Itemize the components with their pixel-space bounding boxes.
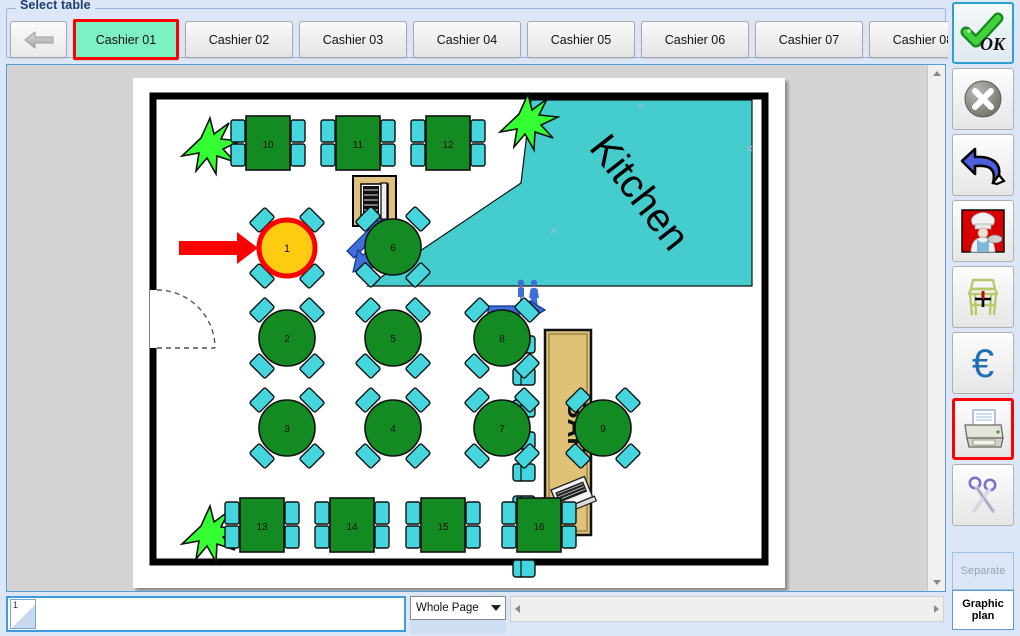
table-3[interactable]: 3 <box>249 387 324 468</box>
tab-cashier-04[interactable]: Cashier 04 <box>413 21 521 58</box>
table-9[interactable]: 9 <box>565 387 640 468</box>
table-7[interactable]: 7 <box>464 387 539 468</box>
page-title: Select table <box>16 0 95 12</box>
selection-pointer-arrow-icon <box>179 232 258 264</box>
tab-label: Cashier 01 <box>96 33 156 47</box>
separate-button[interactable]: Separate <box>952 552 1014 590</box>
left-arrow-icon <box>22 30 56 50</box>
svg-text:OK: OK <box>980 34 1006 54</box>
page-thumbnail-strip[interactable]: 1 <box>6 596 406 632</box>
zoom-level-value: Whole Page <box>416 602 479 614</box>
zoom-level-select[interactable]: Whole Page <box>410 596 506 620</box>
table-number: 13 <box>256 522 268 533</box>
right-toolbar: OK <box>948 0 1020 636</box>
table-4[interactable]: 4 <box>355 387 430 468</box>
printer-icon <box>960 408 1006 450</box>
tab-cashier-07[interactable]: Cashier 07 <box>755 21 863 58</box>
tab-label: Cashier 07 <box>779 33 839 47</box>
scroll-left-button[interactable] <box>515 605 520 613</box>
table-number: 3 <box>284 424 290 435</box>
tab-label: Cashier 02 <box>209 33 269 47</box>
chevron-up-icon <box>933 71 941 76</box>
grey-x-circle-icon <box>961 77 1005 121</box>
prev-page-button[interactable] <box>10 21 67 58</box>
table-2[interactable]: 2 <box>249 297 324 378</box>
tab-cashier-03[interactable]: Cashier 03 <box>299 21 407 58</box>
table-number: 1 <box>284 243 290 255</box>
cut-button[interactable] <box>952 464 1014 526</box>
tab-label: Cashier 03 <box>323 33 383 47</box>
tab-cashier-06[interactable]: Cashier 06 <box>641 21 749 58</box>
scroll-up-button[interactable] <box>928 65 945 82</box>
table-12[interactable]: 12 <box>411 116 485 170</box>
scissors-icon <box>961 473 1005 517</box>
cancel-button[interactable] <box>952 68 1014 130</box>
top-toolbar: Select table Cashier 01 Cashier 02 Cashi… <box>0 0 1020 62</box>
table-number: 8 <box>499 334 505 345</box>
tab-label: Cashier 06 <box>665 33 725 47</box>
table-14[interactable]: 14 <box>315 498 389 552</box>
svg-text:€: € <box>972 342 994 385</box>
waiter-button[interactable] <box>952 200 1014 262</box>
payment-button[interactable]: € <box>952 332 1014 394</box>
table-number: 6 <box>390 243 396 254</box>
chevron-down-icon <box>491 605 501 611</box>
tab-label: Cashier 05 <box>551 33 611 47</box>
zoom-select-shadow <box>410 620 506 634</box>
door-icon <box>150 290 215 348</box>
table-number: 16 <box>533 522 545 533</box>
table-number: 14 <box>346 522 358 533</box>
print-button[interactable] <box>952 398 1014 460</box>
graphic-plan-button[interactable]: Graphic plan <box>952 590 1014 630</box>
select-table-window: Select table Cashier 01 Cashier 02 Cashi… <box>0 0 1020 636</box>
graphic-plan-label: Graphic plan <box>953 598 1013 622</box>
table-13[interactable]: 13 <box>225 498 299 552</box>
table-group-rect-top: 10 11 <box>231 116 485 170</box>
chevron-down-icon <box>933 580 941 585</box>
page-number: 1 <box>13 600 18 610</box>
table-8[interactable]: 8 <box>464 297 539 378</box>
table-6[interactable]: 6 <box>355 206 430 287</box>
chair-plus-icon <box>961 275 1005 319</box>
green-check-ok-icon: OK <box>960 12 1006 54</box>
bottom-bar: 1 Whole Page <box>0 594 948 636</box>
ok-button[interactable]: OK <box>952 2 1014 64</box>
tab-cashier-05[interactable]: Cashier 05 <box>527 21 635 58</box>
horizontal-scrollbar[interactable] <box>510 596 944 622</box>
scroll-down-button[interactable] <box>928 574 945 591</box>
undo-button[interactable] <box>952 134 1014 196</box>
tab-label: Cashier 04 <box>437 33 497 47</box>
table-number: 7 <box>499 424 505 435</box>
floor-plan-drawing: Kitchen <box>133 78 785 588</box>
scroll-right-button[interactable] <box>934 605 939 613</box>
floor-plan-page[interactable]: Kitchen <box>133 78 785 588</box>
table-number: 9 <box>600 424 606 435</box>
separate-label: Separate <box>961 565 1006 577</box>
table-number: 5 <box>390 334 396 345</box>
euro-sign-icon: € <box>961 341 1005 385</box>
table-10[interactable]: 10 <box>231 116 305 170</box>
table-1[interactable]: 1 <box>249 207 324 288</box>
table-number: 4 <box>390 424 396 435</box>
table-number: 10 <box>262 140 274 151</box>
table-number: 15 <box>437 522 449 533</box>
table-number: 12 <box>442 140 454 151</box>
vertical-scrollbar[interactable] <box>927 65 945 591</box>
chef-waiter-icon <box>961 209 1005 253</box>
tab-label: Cashier 08 <box>893 33 953 47</box>
cashier-tab-strip: Cashier 01 Cashier 02 Cashier 03 Cashier… <box>10 19 1020 60</box>
table-15[interactable]: 15 <box>406 498 480 552</box>
blue-curved-back-arrow-icon <box>959 143 1007 187</box>
tab-cashier-01[interactable]: Cashier 01 <box>73 19 179 60</box>
add-table-button[interactable] <box>952 266 1014 328</box>
tab-cashier-02[interactable]: Cashier 02 <box>185 21 293 58</box>
page-thumbnail[interactable]: 1 <box>10 599 36 629</box>
floor-plan-canvas[interactable]: Kitchen <box>6 64 946 592</box>
table-number: 11 <box>353 140 364 151</box>
table-number: 2 <box>284 334 290 345</box>
table-11[interactable]: 11 <box>321 116 395 170</box>
table-5[interactable]: 5 <box>355 297 430 378</box>
